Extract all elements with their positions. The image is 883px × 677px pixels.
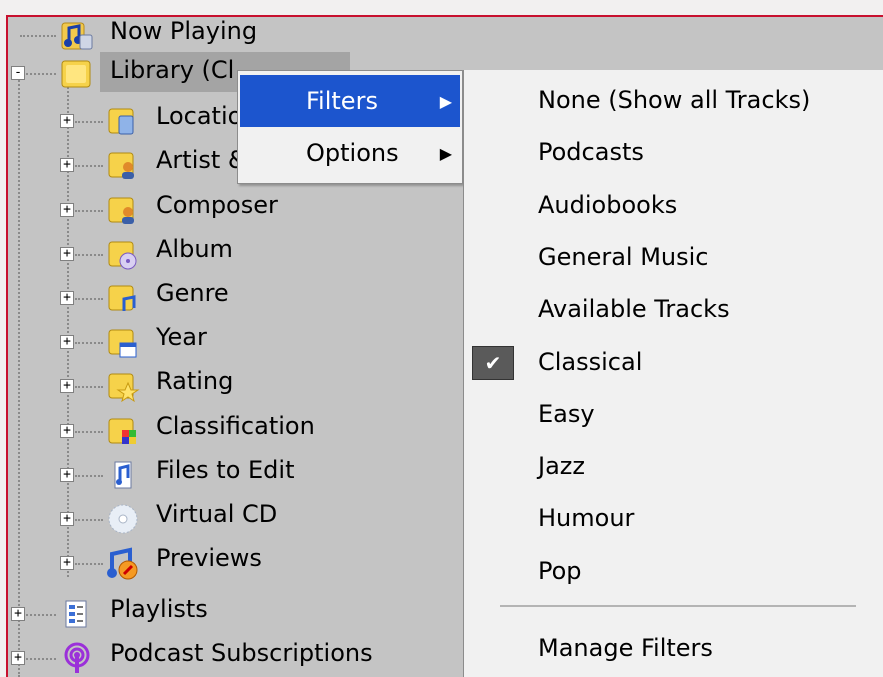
tree-expand-toggle[interactable]: + [60,512,74,526]
tree-expand-toggle[interactable]: + [60,291,74,305]
menu-item-options-label: Options [306,139,399,167]
tree-connector [75,342,103,344]
tree-item-classification[interactable]: Classification [156,412,315,440]
year-folder-icon [108,329,137,358]
tree-expand-toggle[interactable]: + [60,379,74,393]
filter-item-label: Jazz [538,452,585,481]
tree-item-composer[interactable]: Composer [156,191,278,219]
artist-folder-icon [108,152,134,179]
tree-expand-toggle[interactable]: + [60,335,74,349]
filter-item[interactable]: ✔Podcasts [464,126,883,178]
composer-folder-icon [108,197,134,224]
tree-connector [75,254,103,256]
tree-item-locatio[interactable]: Locatio [156,102,242,130]
filters-submenu: ✔None (Show all Tracks)✔Podcasts✔Audiobo… [463,70,883,677]
tree-connector [75,563,103,565]
virtual-cd-icon [108,504,138,534]
library-folder-icon [61,60,91,88]
manage-filters-label: Manage Filters [538,634,713,662]
location-folder-icon [108,108,134,135]
tree-expand-toggle[interactable]: + [60,424,74,438]
tree-connector [20,35,56,37]
tree-item-virtual-cd[interactable]: Virtual CD [156,500,277,528]
classification-folder-icon [108,418,136,444]
playlists-expand-toggle[interactable]: + [11,607,25,621]
filter-item[interactable]: ✔General Music [464,231,883,283]
filter-item-label: None (Show all Tracks) [538,86,811,114]
files-to-edit-icon [114,461,132,489]
tree-connector [75,519,103,521]
filter-item-label: General Music [538,242,709,271]
tree-connector [75,121,103,123]
menu-item-filters[interactable]: Filters ▶ [240,75,460,127]
tree-item-podcast-subscriptions[interactable]: Podcast Subscriptions [110,639,373,667]
tree-item-rating[interactable]: Rating [156,367,233,395]
menu-item-manage-filters[interactable]: Manage Filters [464,622,883,674]
filter-item-label: Podcasts [538,138,644,167]
genre-folder-icon [108,285,136,311]
tree-connector [26,73,56,75]
tree-expand-toggle[interactable]: + [60,247,74,261]
tree-item-album[interactable]: Album [156,235,233,263]
tree-expand-toggle[interactable]: + [60,556,74,570]
tree-expand-toggle[interactable]: + [60,114,74,128]
tree-connector [75,386,103,388]
filter-item-label: Available Tracks [538,295,730,324]
library-collapse-toggle[interactable]: - [11,66,25,80]
tree-item-playlists[interactable]: Playlists [110,595,208,623]
tree-expand-toggle[interactable]: + [60,203,74,217]
tree-item-previews[interactable]: Previews [156,544,262,572]
album-folder-icon [108,241,137,270]
filter-item[interactable]: ✔Easy [464,388,883,440]
tree-item-library[interactable]: Library (Cl [110,56,234,84]
tree-connector [26,614,56,616]
tree-expand-toggle[interactable]: + [60,158,74,172]
tree-item-artist[interactable]: Artist & [156,146,247,174]
podcast-icon [64,642,90,673]
menu-item-filters-label: Filters [306,87,378,115]
filter-item[interactable]: ✔None (Show all Tracks) [464,74,883,126]
tree-connector [75,431,103,433]
filter-item[interactable]: ✔Jazz [464,440,883,492]
filter-item[interactable]: ✔Pop [464,545,883,597]
filter-item[interactable]: ✔ Classical [464,336,883,388]
menu-separator [500,605,856,607]
filter-item[interactable]: ✔Available Tracks [464,283,883,335]
podcast-expand-toggle[interactable]: + [11,651,25,665]
tree-connector [26,658,56,660]
rating-folder-icon [108,373,140,403]
tree-connector [75,165,103,167]
tree-item-files-to-edit[interactable]: Files to Edit [156,456,295,484]
tree-connector [75,298,103,300]
filter-item-label: Easy [538,399,595,428]
checkmark-icon: ✔ [472,345,514,380]
menu-item-options[interactable]: Options ▶ [240,127,460,179]
tree-item-genre[interactable]: Genre [156,279,229,307]
submenu-arrow-icon: ▶ [439,143,452,163]
now-playing-icon [61,22,93,50]
tree-item-year[interactable]: Year [156,323,207,351]
filter-item-label: Pop [538,556,582,585]
filter-item[interactable]: ✔Humour [464,492,883,544]
tree-connector [75,210,103,212]
playlists-icon [65,600,87,628]
filter-item[interactable]: ✔Audiobooks [464,179,883,231]
filter-item-label: Humour [538,504,635,533]
tree-expand-toggle[interactable]: + [60,468,74,482]
filter-item-label: Classical [538,347,643,376]
filter-item-label: Audiobooks [538,190,678,219]
previews-icon [107,547,138,580]
tree-item-now-playing[interactable]: Now Playing [110,17,257,45]
tree-connector [75,475,103,477]
tree-line-root [18,77,20,677]
submenu-arrow-icon: ▶ [439,91,452,111]
library-context-menu: Filters ▶ Options ▶ [237,70,463,184]
